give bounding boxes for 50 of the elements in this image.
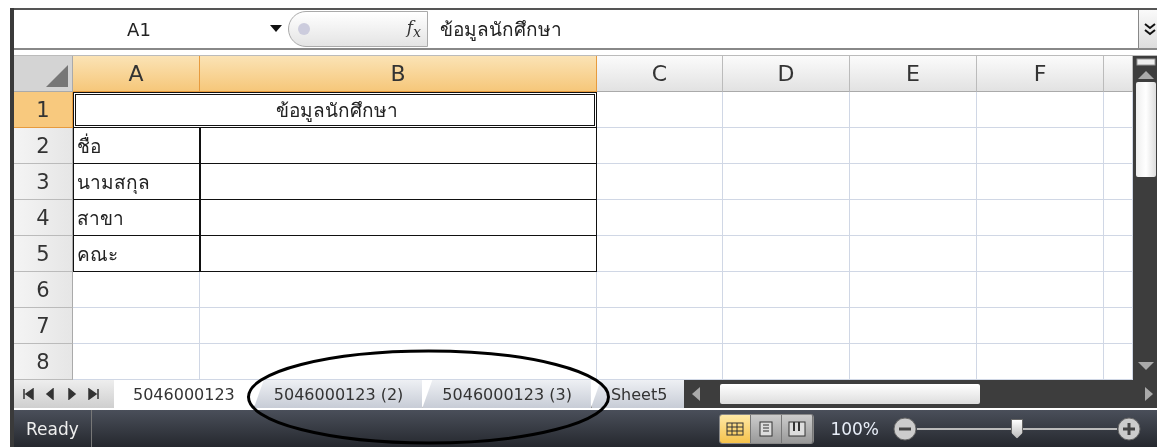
- split-handle-icon[interactable]: [1136, 58, 1156, 66]
- knob-icon: [297, 22, 311, 36]
- column-header[interactable]: D: [723, 56, 850, 92]
- status-text: Ready: [14, 410, 92, 447]
- column-header[interactable]: E: [850, 56, 977, 92]
- last-sheet-icon[interactable]: [88, 388, 100, 400]
- table-cell: ชื่อ: [73, 128, 200, 164]
- table-cell: นามสกุล: [73, 164, 200, 200]
- table-cell: สาขา: [73, 200, 200, 236]
- previous-sheet-icon[interactable]: [44, 388, 56, 400]
- row-header[interactable]: 5: [14, 236, 73, 272]
- scroll-right-icon[interactable]: [1145, 387, 1155, 401]
- column-header[interactable]: F: [977, 56, 1104, 92]
- page-break-icon: [788, 420, 807, 437]
- sheet-tab[interactable]: 5046000123 (3): [422, 380, 591, 408]
- row-header[interactable]: 1: [14, 92, 73, 128]
- view-button[interactable]: [782, 414, 814, 443]
- scroll-left-icon[interactable]: [690, 387, 700, 401]
- normal-view-icon: [726, 420, 745, 437]
- horizontal-scroll-thumb[interactable]: [720, 384, 980, 404]
- row-header[interactable]: 3: [14, 164, 73, 200]
- scroll-up-icon[interactable]: [1138, 69, 1154, 79]
- page-layout-icon: [757, 420, 776, 437]
- zoom-in-icon[interactable]: [1117, 416, 1141, 441]
- row-header[interactable]: 2: [14, 128, 73, 164]
- merged-cell[interactable]: ข้อมูลนักศึกษา: [73, 92, 597, 128]
- expand-icon[interactable]: [1144, 22, 1156, 36]
- row-header[interactable]: 6: [14, 272, 73, 308]
- formula-content: ข้อมูลนักศึกษา: [440, 17, 562, 43]
- column-header[interactable]: B: [200, 56, 597, 92]
- table-cell: คณะ: [73, 236, 200, 272]
- zoom-thumb[interactable]: [1011, 418, 1023, 439]
- sheet-tab[interactable]: Sheet5: [590, 380, 684, 408]
- scroll-down-icon[interactable]: [1138, 362, 1154, 372]
- insert-function-button[interactable]: f$_{x}$: [406, 17, 421, 41]
- next-sheet-icon[interactable]: [66, 388, 78, 400]
- row-header[interactable]: 7: [14, 308, 73, 344]
- sheet-tab[interactable]: 5046000123 (2): [253, 380, 423, 408]
- column-header[interactable]: C: [597, 56, 723, 92]
- vertical-scroll-thumb[interactable]: [1136, 82, 1156, 177]
- row-header[interactable]: 4: [14, 200, 73, 236]
- name-box[interactable]: A1: [127, 18, 151, 40]
- zoom-level[interactable]: 100%: [830, 418, 879, 439]
- select-all-icon[interactable]: [46, 65, 68, 87]
- dropdown-arrow-icon[interactable]: [270, 25, 282, 33]
- column-header[interactable]: A: [73, 56, 200, 92]
- view-button[interactable]: [720, 414, 752, 443]
- row-header[interactable]: 8: [14, 344, 73, 380]
- first-sheet-icon[interactable]: [22, 388, 34, 400]
- zoom-out-icon[interactable]: [893, 416, 917, 441]
